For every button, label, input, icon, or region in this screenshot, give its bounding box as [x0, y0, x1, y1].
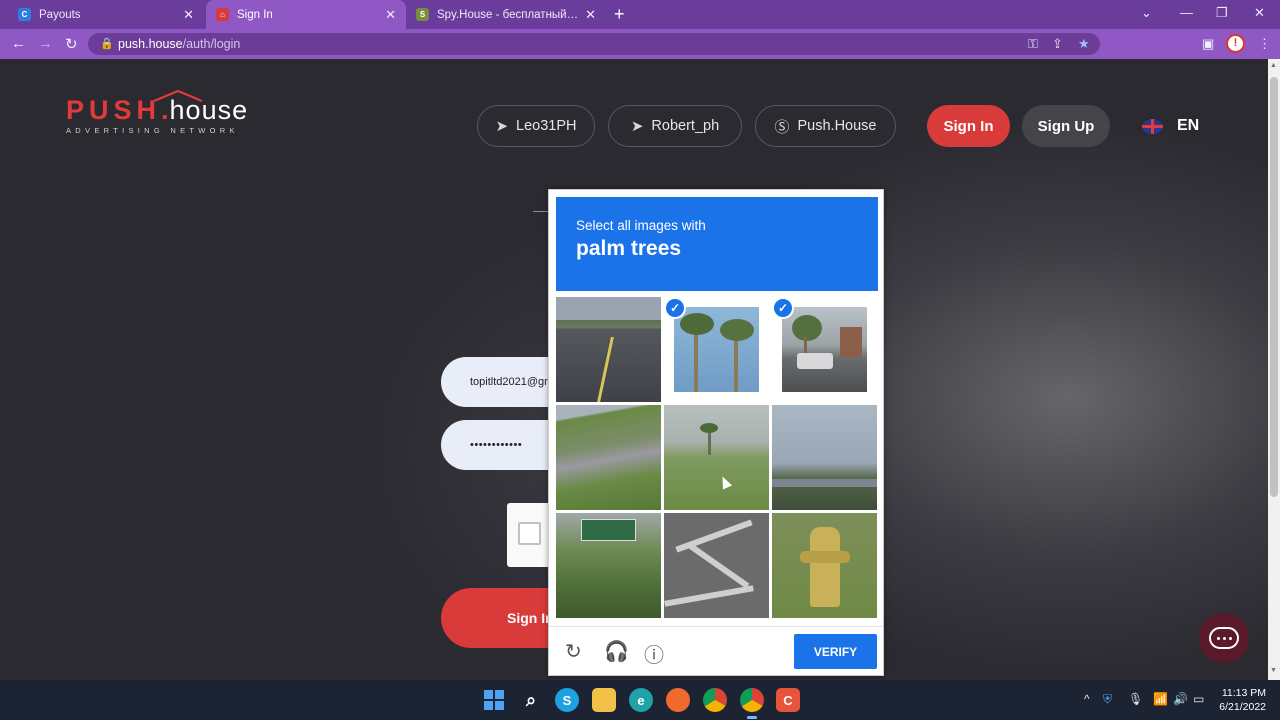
firefox-icon[interactable] — [666, 688, 690, 712]
skype-icon: Ⓢ — [774, 118, 790, 136]
image-tile-sign-bushes[interactable] — [556, 513, 661, 618]
language-label: EN — [1177, 117, 1200, 134]
header-sign-up-button[interactable]: Sign Up — [1022, 105, 1110, 147]
scroll-down-icon: ▼ — [1270, 667, 1277, 674]
contact-robert-ph[interactable]: ➤ Robert_ph — [608, 105, 742, 147]
scroll-up-icon: ▲ — [1270, 62, 1277, 69]
verify-button[interactable]: VERIFY — [794, 634, 877, 669]
minimize-icon[interactable]: — — [1180, 5, 1193, 20]
close-icon[interactable]: ✕ — [385, 7, 396, 23]
challenge-target: palm trees — [576, 237, 682, 260]
system-clock[interactable]: 11:13 PM 6/21/2022 — [1212, 686, 1266, 714]
tray-overflow-icon[interactable]: ^ — [1084, 692, 1090, 706]
chrome-profile-icon[interactable] — [740, 688, 764, 712]
info-icon[interactable]: ⓘ — [644, 639, 664, 668]
browser-toolbar: ← → ↻ 🔒 push.house/auth/login ⚿ ⇪ ★ ▣ ! … — [0, 29, 1280, 59]
reload-challenge-icon[interactable]: ↻ — [565, 639, 582, 664]
contact-push-house-skype[interactable]: Ⓢ Push.House — [755, 105, 896, 147]
challenge-footer: ↻ 🎧 ⓘ VERIFY — [549, 626, 883, 676]
header-sign-in-button[interactable]: Sign In — [927, 105, 1010, 147]
tab-spy-house[interactable]: S Spy.House - бесплатный сервис ✕ — [406, 0, 606, 29]
windows-taskbar: ⌕ S e C ^ ⛨ 🎙 📶 🔊 ▭ 11:13 PM 6/21/2022 — [0, 680, 1280, 720]
battery-icon[interactable]: ▭ — [1193, 692, 1204, 706]
roof-icon — [153, 89, 203, 103]
recaptcha-checkbox[interactable] — [518, 522, 541, 545]
new-tab-button[interactable]: + — [614, 4, 625, 25]
close-icon[interactable]: ✕ — [183, 7, 194, 23]
image-tile-hydrant[interactable] — [772, 513, 877, 618]
skype-app-icon[interactable]: S — [555, 688, 579, 712]
selected-check-icon: ✓ — [772, 297, 794, 319]
contact-label: Robert_ph — [651, 118, 720, 134]
file-explorer-icon[interactable] — [592, 688, 616, 712]
page-scrollbar[interactable]: ▲ ▼ — [1268, 59, 1280, 680]
push-house-favicon-icon: ⌂ — [216, 8, 229, 21]
tab-label: Payouts — [39, 8, 81, 21]
challenge-header: Select all images with palm trees — [556, 197, 878, 291]
challenge-instruction: Select all images with — [576, 218, 706, 233]
image-tile-street-palms[interactable]: ✓ — [772, 297, 877, 402]
logo-tagline: ADVERTISING NETWORK — [66, 126, 239, 135]
url-text: push.house/auth/login — [118, 37, 241, 51]
close-icon[interactable]: ✕ — [585, 7, 596, 23]
reload-icon[interactable]: ↻ — [65, 35, 78, 53]
chrome-icon[interactable] — [703, 688, 727, 712]
payouts-favicon-icon: C — [18, 8, 31, 21]
clock-time: 11:13 PM — [1221, 687, 1266, 699]
tab-sign-in[interactable]: ⌂ Sign In ✕ — [206, 0, 406, 29]
tab-label: Sign In — [237, 8, 273, 21]
contact-label: Leo31PH — [516, 118, 577, 134]
volume-icon[interactable]: 🔊 — [1173, 692, 1188, 706]
language-selector[interactable]: EN — [1142, 117, 1199, 135]
chat-icon — [1209, 627, 1239, 649]
wifi-icon[interactable]: 📶 — [1153, 692, 1168, 706]
tab-search-icon[interactable]: ⌄ — [1141, 5, 1152, 21]
bookmark-star-icon[interactable]: ★ — [1078, 36, 1090, 52]
image-tile-bushes-palm[interactable] — [664, 405, 769, 510]
lock-icon: 🔒 — [100, 38, 114, 50]
image-tile-highway-grass[interactable] — [556, 405, 661, 510]
chat-widget-button[interactable] — [1199, 613, 1249, 663]
back-icon[interactable]: ← — [11, 35, 26, 52]
key-icon[interactable]: ⚿ — [1028, 36, 1038, 52]
image-tile-overpass[interactable] — [772, 405, 877, 510]
forward-icon[interactable]: → — [38, 35, 53, 52]
audio-challenge-icon[interactable]: 🎧 — [604, 639, 629, 664]
maximize-icon[interactable]: ❐ — [1216, 5, 1228, 21]
window-close-icon[interactable]: ✕ — [1254, 5, 1265, 21]
menu-icon[interactable]: ⋮ — [1258, 36, 1271, 52]
app-icon[interactable]: C — [776, 688, 800, 712]
browser-tab-bar: C Payouts ✕ ⌂ Sign In ✕ S Spy.House - бе… — [0, 0, 1280, 29]
telegram-icon: ➤ — [495, 118, 509, 135]
active-app-indicator — [747, 716, 757, 719]
microphone-icon[interactable]: 🎙 — [1128, 692, 1143, 706]
tab-label: Spy.House - бесплатный сервис — [437, 8, 579, 21]
selected-check-icon: ✓ — [664, 297, 686, 319]
image-grid: ✓ ✓ — [556, 297, 878, 619]
contact-leo31ph[interactable]: ➤ Leo31PH — [477, 105, 595, 147]
tab-payouts[interactable]: C Payouts ✕ — [8, 0, 204, 29]
profile-avatar[interactable]: ! — [1226, 34, 1245, 53]
start-icon[interactable] — [482, 688, 506, 712]
telegram-icon: ➤ — [630, 118, 644, 135]
address-bar[interactable]: 🔒 push.house/auth/login ⚿ ⇪ ★ — [88, 33, 1100, 55]
uk-flag-icon — [1142, 118, 1163, 134]
edge-icon[interactable]: e — [629, 688, 653, 712]
security-icon[interactable]: ⛨ — [1103, 692, 1112, 707]
spy-house-favicon-icon: S — [416, 8, 429, 21]
scrollbar-thumb[interactable] — [1270, 77, 1278, 497]
image-tile-palm-trees[interactable]: ✓ — [664, 297, 769, 402]
clock-date: 6/21/2022 — [1219, 701, 1266, 713]
image-tile-crosswalk[interactable] — [664, 513, 769, 618]
side-panel-icon[interactable]: ▣ — [1202, 36, 1214, 52]
search-icon[interactable]: ⌕ — [519, 688, 543, 712]
share-icon[interactable]: ⇪ — [1052, 36, 1063, 52]
image-tile-road[interactable] — [556, 297, 661, 402]
contact-label: Push.House — [797, 118, 877, 134]
recaptcha-challenge: Select all images with palm trees ✓ ✓ ↻ … — [548, 189, 884, 676]
push-house-logo[interactable]: PUSH.house ADVERTISING NETWORK — [66, 89, 248, 135]
